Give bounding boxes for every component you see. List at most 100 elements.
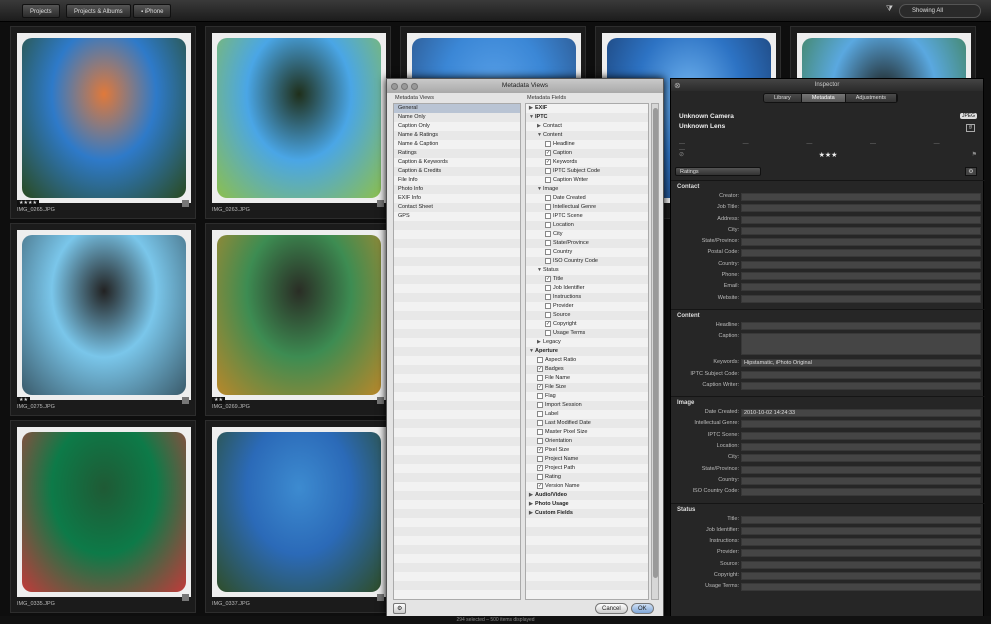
metadata-field-value[interactable]: [741, 454, 981, 463]
field-row[interactable]: City: [526, 230, 648, 239]
field-row[interactable]: Headline: [526, 140, 648, 149]
field-row[interactable]: Usage Terms: [526, 329, 648, 338]
metadata-field-value[interactable]: [741, 420, 981, 429]
view-item[interactable]: Caption & Credits: [394, 167, 520, 176]
field-row[interactable]: ▶ Contact: [526, 122, 648, 131]
photo-thumbnail[interactable]: [212, 230, 386, 400]
field-row[interactable]: ✓ Version Name: [526, 482, 648, 491]
field-checkbox[interactable]: ✓: [545, 158, 551, 165]
field-row[interactable]: Instructions: [526, 293, 648, 302]
field-row[interactable]: ▶ Audio/Video: [526, 491, 648, 500]
field-checkbox[interactable]: ✓: [545, 275, 551, 282]
field-row[interactable]: ▼IPTC: [526, 113, 648, 122]
field-checkbox[interactable]: [545, 212, 551, 219]
field-checkbox[interactable]: [537, 392, 543, 399]
field-checkbox[interactable]: [545, 284, 551, 291]
metadata-field-value[interactable]: [741, 572, 981, 581]
field-checkbox[interactable]: ✓: [545, 149, 551, 156]
field-checkbox[interactable]: [537, 374, 543, 381]
field-row[interactable]: Project Name: [526, 455, 648, 464]
field-row[interactable]: Orientation: [526, 437, 648, 446]
metadata-view-popup[interactable]: Ratings: [675, 167, 761, 176]
field-row[interactable]: ▼Aperture: [526, 347, 648, 356]
photo-cell[interactable]: IMG_0337.JPG: [205, 420, 391, 613]
field-row[interactable]: IPTC Subject Code: [526, 167, 648, 176]
cancel-button[interactable]: Cancel: [595, 603, 628, 614]
field-checkbox[interactable]: [545, 248, 551, 255]
field-checkbox[interactable]: [545, 140, 551, 147]
metadata-field-value[interactable]: [741, 381, 981, 390]
metadata-field-value[interactable]: [741, 204, 981, 213]
field-checkbox[interactable]: ✓: [537, 365, 543, 372]
field-checkbox[interactable]: ✓: [537, 482, 543, 489]
field-row[interactable]: ▼Status: [526, 266, 648, 275]
field-checkbox[interactable]: [545, 239, 551, 246]
view-item[interactable]: Contact Sheet: [394, 203, 520, 212]
field-checkbox[interactable]: [545, 203, 551, 210]
metadata-field-value[interactable]: [741, 515, 981, 524]
field-row[interactable]: ✓ Keywords: [526, 158, 648, 167]
field-row[interactable]: ✓ Caption: [526, 149, 648, 158]
metadata-field-value[interactable]: [741, 272, 981, 281]
photo-cell[interactable]: IMG_0263.JPG: [205, 26, 391, 219]
photo-thumbnail[interactable]: [17, 427, 191, 597]
field-row[interactable]: ISO Country Code: [526, 257, 648, 266]
photo-cell[interactable]: IMG_0335.JPG: [10, 420, 196, 613]
metadata-field-value[interactable]: [741, 260, 981, 269]
field-checkbox[interactable]: [545, 230, 551, 237]
field-row[interactable]: Source: [526, 311, 648, 320]
metadata-field-value[interactable]: [741, 215, 981, 224]
minimize-light-icon[interactable]: [401, 83, 408, 90]
flag-icon[interactable]: ⚑: [972, 151, 977, 158]
view-item[interactable]: Name & Caption: [394, 140, 520, 149]
field-checkbox[interactable]: [545, 293, 551, 300]
metadata-field-value[interactable]: [741, 333, 981, 356]
tab-metadata[interactable]: Metadata: [801, 94, 846, 102]
view-item[interactable]: File Info: [394, 176, 520, 185]
field-checkbox[interactable]: [537, 428, 543, 435]
field-row[interactable]: Caption Writer: [526, 176, 648, 185]
metadata-field-value[interactable]: [741, 294, 981, 303]
metadata-field-value[interactable]: [741, 283, 981, 292]
filter-field[interactable]: Showing All: [899, 4, 981, 18]
field-checkbox[interactable]: [545, 194, 551, 201]
field-row[interactable]: ✓ Project Path: [526, 464, 648, 473]
field-checkbox[interactable]: ✓: [545, 320, 551, 327]
field-row[interactable]: IPTC Scene: [526, 212, 648, 221]
view-item[interactable]: Name & Ratings: [394, 131, 520, 140]
gear-icon[interactable]: ⚙: [965, 167, 977, 176]
photo-thumbnail[interactable]: [212, 33, 386, 203]
field-checkbox[interactable]: [537, 419, 543, 426]
metadata-field-value[interactable]: [741, 549, 981, 558]
field-row[interactable]: ✓ Copyright: [526, 320, 648, 329]
field-row[interactable]: ✓ File Size: [526, 383, 648, 392]
field-row[interactable]: Date Created: [526, 194, 648, 203]
reject-icon[interactable]: ⊘: [679, 151, 684, 158]
metadata-field-value[interactable]: [741, 443, 981, 452]
metadata-field-value[interactable]: [741, 583, 981, 592]
field-checkbox[interactable]: ✓: [537, 464, 543, 471]
field-row[interactable]: ▶ Custom Fields: [526, 509, 648, 518]
metadata-field-value[interactable]: Hipstamatic, iPhoto Original: [741, 359, 981, 368]
photo-thumbnail[interactable]: [17, 230, 191, 400]
metadata-field-value[interactable]: [741, 193, 981, 201]
metadata-field-value[interactable]: [741, 538, 981, 547]
view-item[interactable]: Caption Only: [394, 122, 520, 131]
field-row[interactable]: ▼Content: [526, 131, 648, 140]
scroll-thumb[interactable]: [653, 108, 658, 578]
field-row[interactable]: ✓ Pixel Size: [526, 446, 648, 455]
field-checkbox[interactable]: [537, 401, 543, 408]
field-checkbox[interactable]: [545, 329, 551, 336]
photo-cell[interactable]: ★★ IMG_0275.JPG: [10, 223, 196, 416]
field-row[interactable]: Label: [526, 410, 648, 419]
metadata-field-value[interactable]: [741, 226, 981, 235]
fields-scrollbar[interactable]: [651, 103, 659, 600]
field-row[interactable]: Aspect Ratio: [526, 356, 648, 365]
metadata-field-value[interactable]: [741, 488, 981, 497]
field-checkbox[interactable]: [545, 257, 551, 264]
field-row[interactable]: ▶ Photo Usage: [526, 500, 648, 509]
field-row[interactable]: Rating: [526, 473, 648, 482]
iphone-button[interactable]: ▪ iPhone: [133, 4, 172, 18]
metadata-field-value[interactable]: [741, 370, 981, 379]
field-checkbox[interactable]: [545, 311, 551, 318]
